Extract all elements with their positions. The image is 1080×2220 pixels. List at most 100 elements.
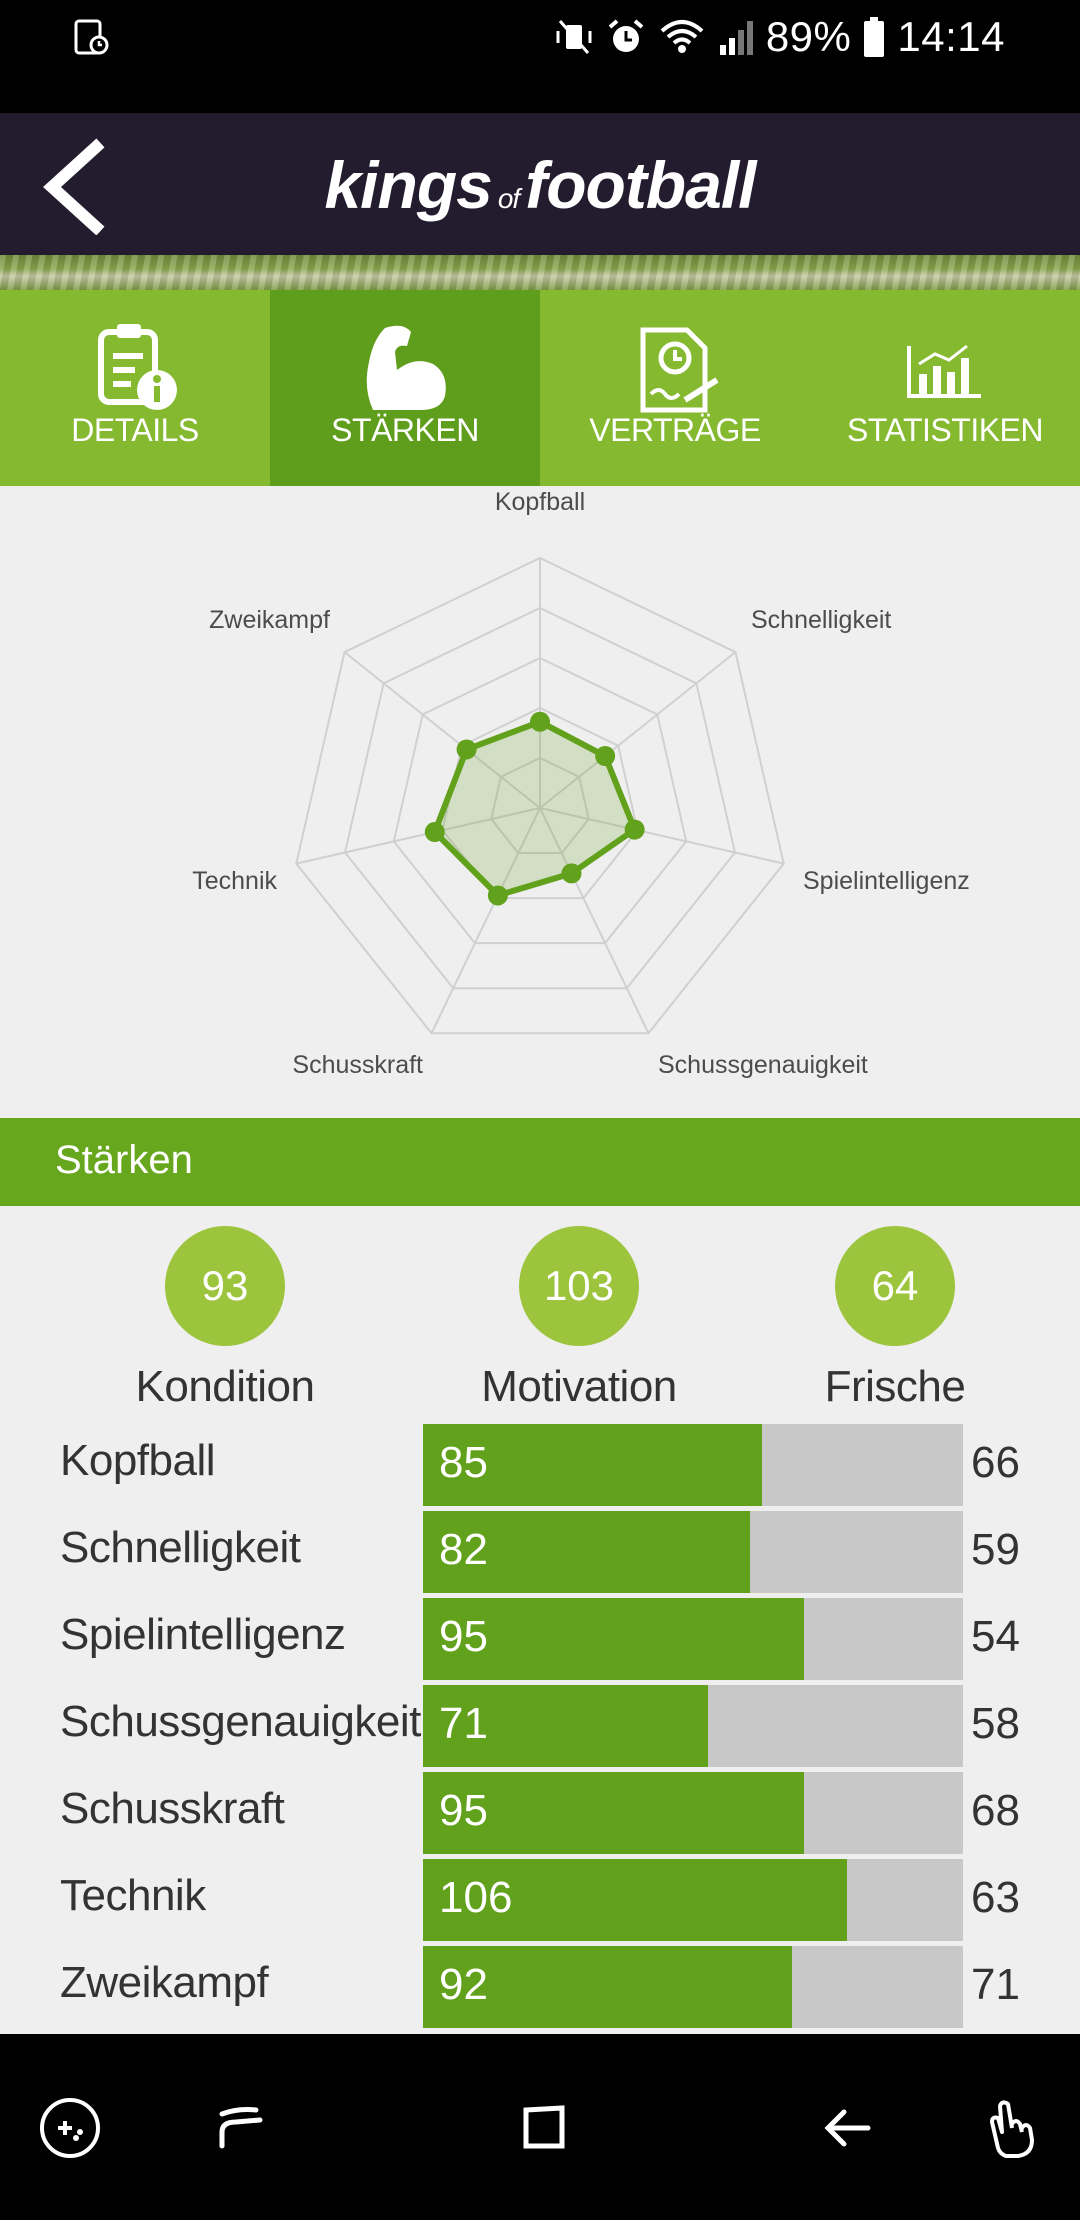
radar-label-schussgenauigkeit: Schussgenauigkeit <box>658 1051 868 1079</box>
attribute-value: 71 <box>439 1699 488 1748</box>
status-right: 89% 14:14 <box>554 8 1005 66</box>
attribute-bar: 71 <box>423 1685 963 1767</box>
tab-bar: DETAILS STÄRKEN VERTRÄGE STATISTIKEN <box>0 290 1080 504</box>
attribute-fill: 95 <box>423 1598 805 1680</box>
attribute-row-zweikampf: Zweikampf 92 71 <box>0 1946 1080 2028</box>
radar-label-spielintelligenz: Spielintelligenz <box>803 867 970 895</box>
section-header: Stärken <box>0 1118 1080 1206</box>
tab-label: DETAILS <box>71 412 199 448</box>
attribute-name: Schnelligkeit <box>60 1523 301 1572</box>
contract-icon <box>640 327 719 413</box>
attribute-name: Technik <box>60 1871 206 1920</box>
tab-label: VERTRÄGE <box>589 412 761 448</box>
attribute-bar: 106 <box>423 1859 963 1941</box>
attribute-secondary-value: 63 <box>971 1873 1020 1922</box>
attribute-bar: 95 <box>423 1772 963 1854</box>
attribute-fill: 82 <box>423 1511 751 1593</box>
stat-frische: 64 Frische <box>775 1226 1015 1412</box>
logo-kings: kings <box>324 148 492 222</box>
radar-label-zweikampf: Zweikampf <box>209 606 330 634</box>
attribute-bar: 92 <box>423 1946 963 2028</box>
attribute-secondary-value: 54 <box>971 1612 1020 1661</box>
attribute-value: 85 <box>439 1438 488 1487</box>
stat-label: Frische <box>824 1362 966 1411</box>
attribute-secondary-value: 71 <box>971 1960 1020 2009</box>
radar-point <box>456 739 477 760</box>
attribute-row-schusskraft: Schusskraft 95 68 <box>0 1772 1080 1854</box>
stat-kondition: 93 Kondition <box>105 1226 345 1412</box>
battery-percent: 89% <box>765 13 852 60</box>
radar-point <box>424 822 445 843</box>
stat-label: Kondition <box>135 1362 315 1411</box>
attribute-value: 106 <box>439 1873 513 1922</box>
tab-vertraege[interactable]: VERTRÄGE <box>540 290 810 486</box>
attribute-value: 92 <box>439 1960 488 2009</box>
stat-value: 93 <box>165 1226 285 1346</box>
grass-banner <box>0 255 1080 290</box>
logo-of: of <box>497 183 520 214</box>
screen-record-icon <box>74 19 109 55</box>
attribute-fill: 92 <box>423 1946 792 2028</box>
signal-icon <box>719 21 753 55</box>
battery-icon <box>864 17 885 57</box>
attribute-bar: 95 <box>423 1598 963 1680</box>
status-bar: 89% 14:14 <box>0 0 1080 113</box>
attribute-row-schnelligkeit: Schnelligkeit 82 59 <box>0 1511 1080 1593</box>
attribute-row-schussgenauigkeit: Schussgenauigkeit 71 58 <box>0 1685 1080 1767</box>
radar-chart: Kopfball Schnelligkeit Spielintelligenz … <box>192 488 970 1079</box>
radar-point <box>624 819 645 840</box>
app-logo: kings offootball <box>0 147 1080 223</box>
home-icon[interactable] <box>504 2088 584 2168</box>
radar-point <box>530 711 550 732</box>
attribute-name: Schusskraft <box>60 1784 285 1833</box>
back-icon[interactable] <box>808 2088 888 2168</box>
touch-gesture-icon[interactable] <box>968 2088 1048 2168</box>
attribute-name: Zweikampf <box>60 1958 269 2007</box>
attribute-name: Kopfball <box>60 1436 216 1485</box>
attribute-secondary-value: 68 <box>971 1786 1020 1835</box>
attribute-fill: 95 <box>423 1772 805 1854</box>
attribute-row-spielintelligenz: Spielintelligenz 95 54 <box>0 1598 1080 1680</box>
game-tools-icon[interactable] <box>30 2088 110 2168</box>
bar-chart-icon <box>907 344 981 398</box>
attribute-fill: 85 <box>423 1424 762 1506</box>
alarm-icon <box>608 19 644 52</box>
attribute-fill: 71 <box>423 1685 709 1767</box>
attribute-name: Schussgenauigkeit <box>60 1697 421 1746</box>
stat-label: Motivation <box>481 1362 677 1411</box>
content-area: Kopfball Schnelligkeit Spielintelligenz … <box>0 486 1080 2034</box>
radar-label-technik: Technik <box>192 867 277 895</box>
wifi-icon <box>660 20 704 53</box>
radar-label-schusskraft: Schusskraft <box>292 1051 423 1079</box>
stat-value: 103 <box>519 1226 639 1346</box>
radar-label-kopfball: Kopfball <box>495 488 585 516</box>
section-title: Stärken <box>55 1138 193 1182</box>
tab-label: STATISTIKEN <box>847 412 1044 448</box>
tab-staerken[interactable]: STÄRKEN <box>270 290 540 504</box>
attribute-bar: 82 <box>423 1511 963 1593</box>
attribute-secondary-value: 59 <box>971 1525 1020 1574</box>
attribute-bar: 85 <box>423 1424 963 1506</box>
tab-label: STÄRKEN <box>331 412 479 448</box>
attribute-value: 82 <box>439 1525 488 1574</box>
clipboard-info-icon <box>98 324 177 410</box>
vibrate-mute-icon <box>556 20 592 54</box>
attribute-secondary-value: 66 <box>971 1438 1020 1487</box>
tab-statistiken[interactable]: STATISTIKEN <box>810 290 1080 486</box>
stat-value: 64 <box>835 1226 955 1346</box>
attribute-row-kopfball: Kopfball 85 66 <box>0 1424 1080 1506</box>
stat-motivation: 103 Motivation <box>459 1226 699 1412</box>
logo-football: football <box>525 148 756 222</box>
attribute-value: 95 <box>439 1786 488 1835</box>
flexed-arm-icon <box>366 325 446 410</box>
radar-point <box>487 885 508 906</box>
recent-apps-icon[interactable] <box>202 2088 282 2168</box>
radar-point <box>561 863 582 884</box>
tab-details[interactable]: DETAILS <box>0 290 270 486</box>
radar-label-schnelligkeit: Schnelligkeit <box>751 606 891 634</box>
attribute-row-technik: Technik 106 63 <box>0 1859 1080 1941</box>
attribute-name: Spielintelligenz <box>60 1610 346 1659</box>
system-nav-bar <box>0 2034 1080 2220</box>
app-header: kings offootball <box>0 113 1080 255</box>
clock: 14:14 <box>897 13 1005 60</box>
